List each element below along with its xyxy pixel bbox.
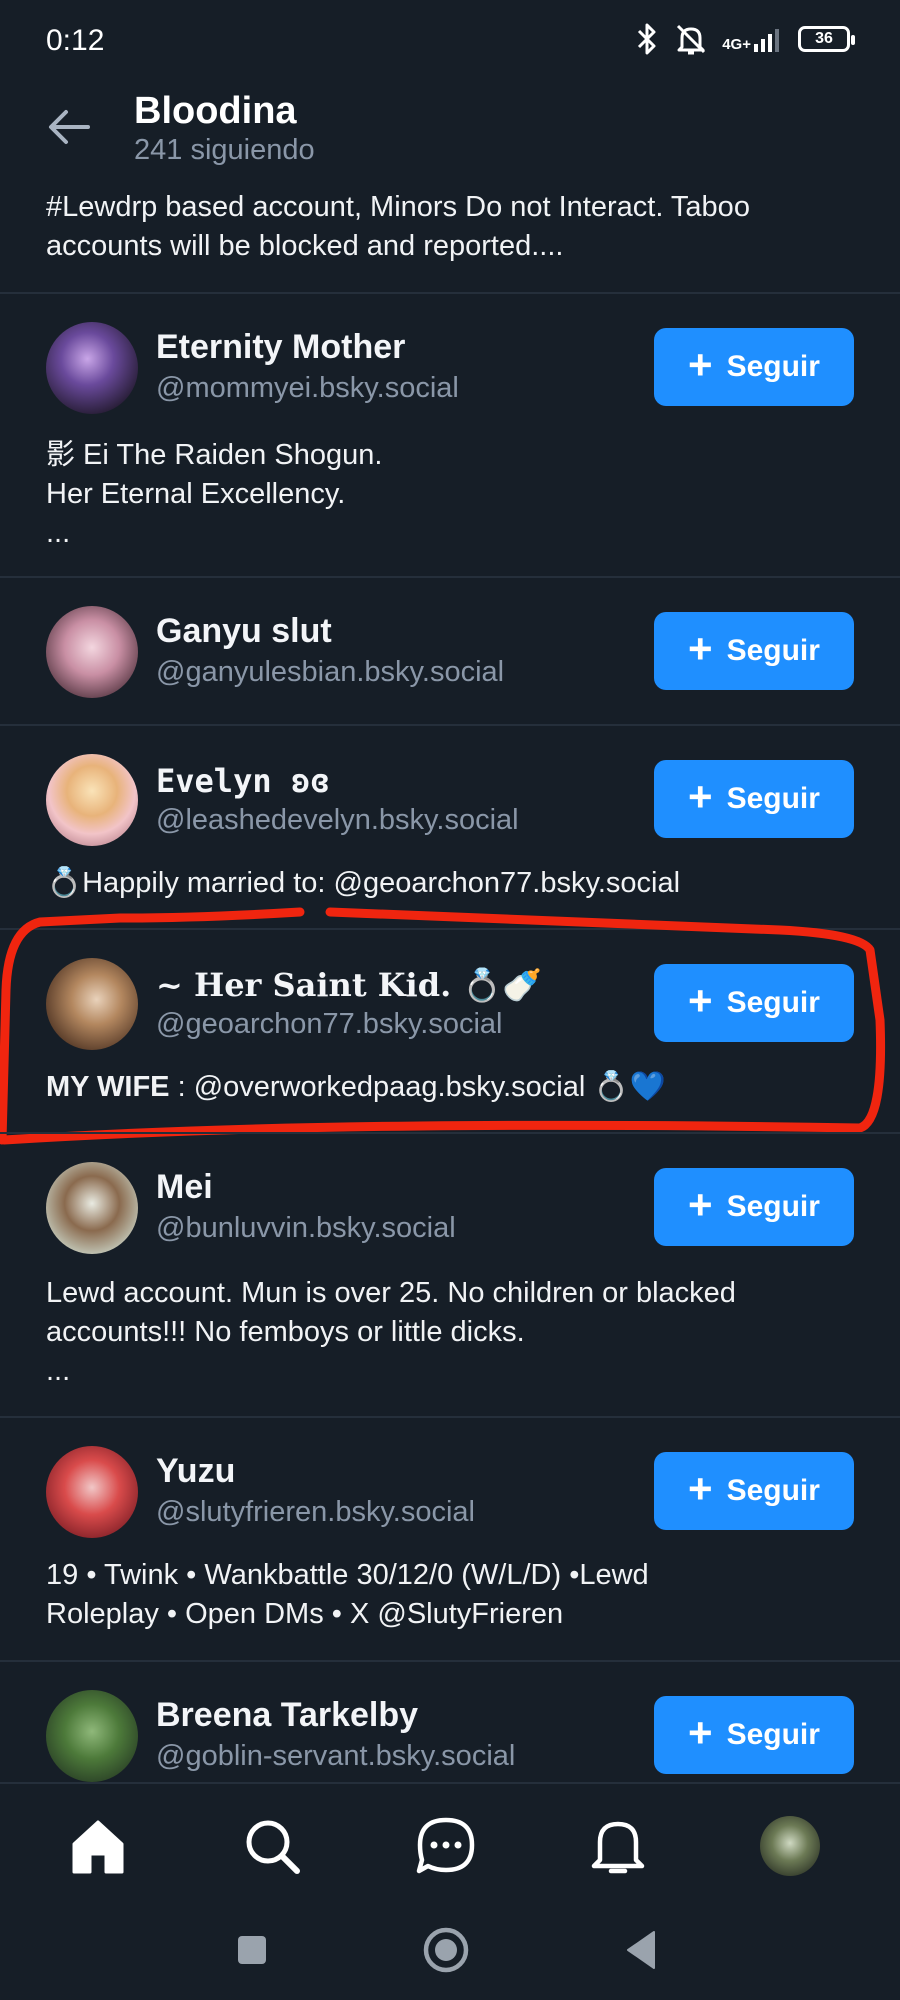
account-row[interactable]: Yuzu @slutyfrieren.bsky.social + Seguir … [0, 1418, 900, 1660]
system-nav [0, 1906, 900, 2000]
account-row[interactable]: Breena Tarkelby @goblin-servant.bsky.soc… [0, 1662, 900, 1782]
bio-line: Her Eternal Excellency. [46, 478, 346, 510]
avatar[interactable] [46, 1690, 138, 1782]
bio-line: ... [46, 517, 71, 549]
bio-line: 19 • Twink • Wankbattle 30/12/0 (W/L/D) … [46, 1559, 649, 1591]
previous-account-bio: #Lewdrp based account, Minors Do not Int… [46, 191, 750, 262]
follow-label: Seguir [726, 634, 820, 667]
account-name: Mei [156, 1168, 213, 1206]
bio-line: accounts!!! No femboys or little dicks. [46, 1316, 525, 1348]
plus-icon: + [688, 1709, 713, 1756]
bell-muted-icon [677, 24, 706, 55]
follow-button[interactable]: + Seguir [654, 760, 854, 838]
account-handle: @mommyei.bsky.social [156, 372, 459, 404]
account-name: Evelyn ʚɞ [156, 762, 330, 800]
bio-rest: : @overworkedpaag.bsky.social 💍💙 [169, 1071, 666, 1103]
chat-icon[interactable] [414, 1814, 478, 1878]
recents-square-icon[interactable] [222, 1920, 282, 1980]
follow-button[interactable]: + Seguir [654, 612, 854, 690]
account-bio: 💍Happily married to: @geoarchon77.bsky.s… [46, 867, 681, 899]
page-title: Bloodina [134, 90, 297, 132]
account-bio: MY WIFE : @overworkedpaag.bsky.social 💍💙 [46, 1068, 866, 1107]
plus-icon: + [688, 977, 713, 1024]
follow-label: Seguir [726, 1718, 820, 1751]
follow-button[interactable]: + Seguir [654, 964, 854, 1042]
bio-bold: MY WIFE [46, 1071, 170, 1103]
account-name: ~ Her Saint Kid. 💍🍼 [156, 966, 543, 1004]
status-bar: 0:12 4G+ 36 [0, 0, 900, 84]
following-count: 241 siguiendo [134, 134, 315, 166]
account-row[interactable]: Mei @bunluvvin.bsky.social + Seguir Lewd… [0, 1134, 900, 1416]
avatar[interactable] [46, 1446, 138, 1538]
account-handle: @leashedevelyn.bsky.social [156, 804, 519, 836]
signal-bars-icon [754, 29, 779, 52]
account-row[interactable]: Evelyn ʚɞ @leashedevelyn.bsky.social + S… [0, 726, 900, 928]
status-time: 0:12 [46, 24, 105, 57]
account-handle: @ganyulesbian.bsky.social [156, 656, 505, 688]
follow-button[interactable]: + Seguir [654, 328, 854, 406]
account-name: Breena Tarkelby [156, 1696, 419, 1734]
follow-label: Seguir [726, 986, 820, 1019]
account-bio: 19 • Twink • Wankbattle 30/12/0 (W/L/D) … [46, 1556, 866, 1634]
avatar[interactable] [46, 606, 138, 698]
account-name: Ganyu slut [156, 612, 332, 650]
bio-line: 影 Ei The Raiden Shogun. [46, 439, 383, 471]
back-arrow-icon[interactable] [44, 102, 94, 152]
account-row[interactable]: Eternity Mother @mommyei.bsky.social + S… [0, 294, 900, 576]
plus-icon: + [688, 1181, 713, 1228]
follow-button[interactable]: + Seguir [654, 1696, 854, 1774]
follow-label: Seguir [726, 782, 820, 815]
account-handle: @bunluvvin.bsky.social [156, 1212, 456, 1244]
account-handle: @goblin-servant.bsky.social [156, 1740, 516, 1772]
account-name: Eternity Mother [156, 328, 406, 366]
bio-line: Lewd account. Mun is over 25. No childre… [46, 1277, 736, 1309]
account-handle: @slutyfrieren.bsky.social [156, 1496, 475, 1528]
home-icon[interactable] [66, 1814, 130, 1878]
follow-button[interactable]: + Seguir [654, 1452, 854, 1530]
signal-indicator: 4G+ [722, 26, 784, 52]
account-bio: 影 Ei The Raiden Shogun. Her Eternal Exce… [46, 436, 866, 553]
status-icons: 4G+ 36 [634, 22, 855, 56]
account-handle: @geoarchon77.bsky.social [156, 1008, 503, 1040]
follow-label: Seguir [726, 350, 820, 383]
plus-icon: + [688, 625, 713, 672]
account-bio: Lewd account. Mun is over 25. No childre… [46, 1274, 866, 1391]
profile-avatar[interactable] [760, 1816, 820, 1876]
account-row[interactable]: Ganyu slut @ganyulesbian.bsky.social + S… [0, 578, 900, 724]
account-name: Yuzu [156, 1452, 236, 1490]
battery-icon: 36 [798, 26, 855, 52]
follow-label: Seguir [726, 1474, 820, 1507]
avatar[interactable] [46, 322, 138, 414]
bell-icon[interactable] [586, 1814, 650, 1878]
bottom-nav [0, 1782, 900, 1908]
bio-line: ... [46, 1355, 71, 1387]
back-triangle-icon[interactable] [614, 1920, 674, 1980]
home-circle-icon[interactable] [416, 1920, 476, 1980]
follow-label: Seguir [726, 1190, 820, 1223]
account-row[interactable]: ~ Her Saint Kid. 💍🍼 @geoarchon77.bsky.so… [0, 930, 900, 1132]
header: Bloodina 241 siguiendo [0, 84, 900, 184]
network-type: 4G+ [722, 36, 751, 53]
bio-line: Roleplay • Open DMs • X @SlutyFrieren [46, 1598, 564, 1630]
bluetooth-icon [638, 23, 656, 55]
search-icon[interactable] [240, 1814, 304, 1878]
avatar[interactable] [46, 958, 138, 1050]
follow-button[interactable]: + Seguir [654, 1168, 854, 1246]
avatar[interactable] [46, 1162, 138, 1254]
plus-icon: + [688, 1465, 713, 1512]
avatar[interactable] [46, 754, 138, 846]
plus-icon: + [688, 341, 713, 388]
plus-icon: + [688, 773, 713, 820]
